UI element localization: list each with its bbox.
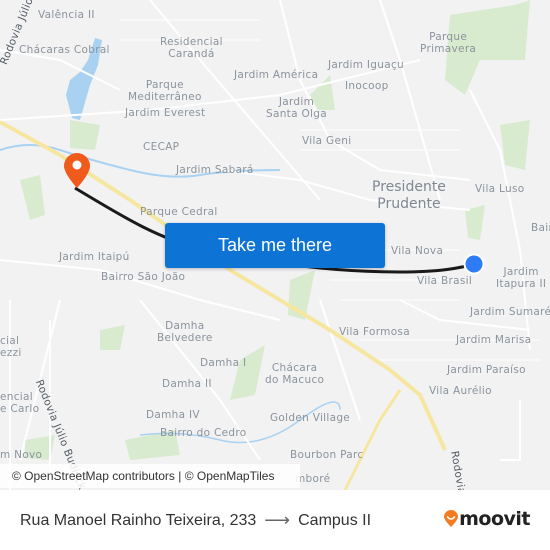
map-label: cial ezzi [0, 335, 22, 359]
map-label: Inocoop [345, 80, 389, 92]
highway [343, 389, 402, 490]
map-label: Vila Geni [302, 135, 352, 147]
moovit-wordmark: moovit [459, 508, 530, 530]
map-label: encial e Carlo [0, 391, 40, 415]
moovit-logo[interactable]: moovit [443, 508, 530, 530]
map-label: Residencial Carandá [160, 36, 223, 60]
map-label: Parque Cedral [140, 206, 218, 218]
map-label: CECAP [143, 141, 180, 153]
arrow-right-icon: ⟶ [264, 510, 291, 530]
map-label: Damha II [162, 378, 212, 390]
map[interactable]: Valência II Chácaras Cobral Residencial … [0, 0, 550, 490]
take-me-there-button[interactable]: Take me there [165, 223, 385, 268]
map-label: Jardim Paraíso [447, 364, 526, 376]
map-label: m Novo [0, 449, 43, 461]
city-label: Presidente Prudente [372, 179, 446, 212]
map-label: Damha IV [146, 409, 200, 421]
park-area [20, 175, 45, 220]
map-label: Bair [531, 222, 550, 234]
map-label: Damha Belvedere [157, 320, 213, 344]
map-label: Jardim Everest [125, 107, 206, 119]
map-label: Vila Aurélio [429, 385, 492, 397]
park-area [100, 325, 125, 350]
map-label: Valência II [38, 9, 95, 21]
map-label: Vila Brasil [417, 275, 473, 287]
map-label: Jardim Santa Olga [266, 96, 327, 120]
map-label: Bourbon Parc [290, 449, 364, 461]
map-attribution[interactable]: © OpenStreetMap contributors | © OpenMap… [0, 464, 300, 488]
park-area [230, 345, 265, 400]
origin-location-icon [463, 253, 485, 275]
origin-label: Rua Manoel Rainho Teixeira, 233 [20, 511, 257, 529]
map-label: Bairro São João [101, 271, 186, 283]
destination-label: Campus II [298, 511, 372, 529]
map-label: Jardim Sabará [176, 164, 254, 176]
map-label: Jardim Itaipú [59, 251, 130, 263]
map-label: Vila Formosa [339, 326, 410, 338]
map-label: Parque Primavera [420, 31, 477, 55]
map-label: Jardim Marisa [456, 334, 532, 346]
map-label: Jardim Itapura II [496, 266, 547, 290]
map-label: Golden Village [270, 412, 351, 424]
map-label: Jardim América [234, 69, 319, 81]
map-label: Damha I [200, 357, 247, 369]
map-label: Vila Nova [391, 245, 444, 257]
map-label: Parque Mediterrâneo [128, 79, 202, 103]
map-label: Chácaras Cobral [19, 44, 110, 56]
map-label: mboré [295, 473, 331, 485]
footer: Rua Manoel Rainho Teixeira, 233 ⟶ Campus… [0, 490, 550, 550]
park-area [70, 120, 100, 150]
park-area [500, 120, 530, 170]
map-label: Jardim Sumaré [470, 306, 550, 318]
moovit-pin-icon [444, 510, 459, 527]
map-label: Bairro do Cedro [160, 427, 247, 439]
map-label: Vila Luso [475, 183, 525, 195]
map-label: Jardim Iguaçu [328, 59, 404, 71]
route-summary: Rua Manoel Rainho Teixeira, 233 ⟶ Campus… [20, 510, 371, 531]
map-label: Chácara do Macuco [265, 362, 325, 386]
destination-pin-icon [64, 153, 90, 188]
